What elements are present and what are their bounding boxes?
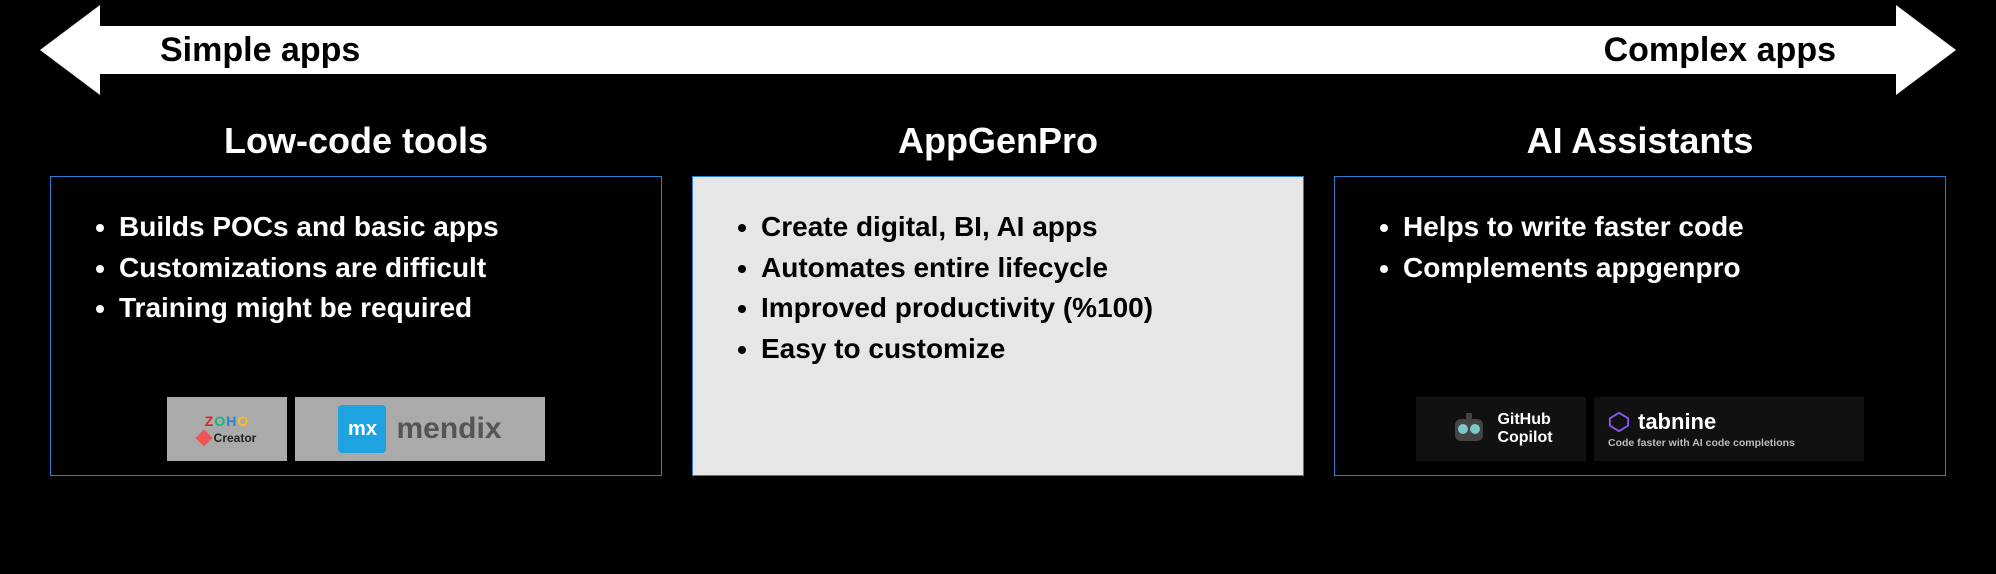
column-appgenpro-box: Create digital, BI, AI apps Automates en… (692, 176, 1304, 476)
mendix-logo: mx mendix (295, 397, 545, 461)
list-item: Training might be required (119, 288, 633, 329)
column-ai-assistants: AI Assistants Helps to write faster code… (1334, 120, 1946, 476)
tabnine-tagline: Code faster with AI code completions (1608, 437, 1795, 449)
list-item: Create digital, BI, AI apps (761, 207, 1275, 248)
column-appgenpro-title: AppGenPro (692, 120, 1304, 162)
ai-bullets: Helps to write faster code Complements a… (1363, 207, 1917, 288)
column-lowcode-box: Builds POCs and basic apps Customization… (50, 176, 662, 476)
list-item: Easy to customize (761, 329, 1275, 370)
copilot-label: Copilot (1497, 429, 1552, 447)
complexity-spectrum: Simple apps Complex apps (50, 10, 1946, 90)
github-copilot-wordmark: GitHub Copilot (1497, 411, 1552, 446)
copilot-icon (1449, 409, 1489, 449)
github-label: GitHub (1497, 411, 1552, 429)
column-ai-box: Helps to write faster code Complements a… (1334, 176, 1946, 476)
column-ai-title: AI Assistants (1334, 120, 1946, 162)
column-appgenpro: AppGenPro Create digital, BI, AI apps Au… (692, 120, 1304, 476)
github-copilot-logo: GitHub Copilot (1416, 397, 1586, 461)
mendix-mx-icon: mx (338, 405, 386, 453)
spectrum-bar: Simple apps Complex apps (100, 26, 1896, 74)
ai-logos: GitHub Copilot tabnine Code faster with … (1416, 397, 1864, 461)
list-item: Improved productivity (%100) (761, 288, 1275, 329)
hexagon-icon (1608, 411, 1630, 433)
list-item: Customizations are difficult (119, 248, 633, 289)
tabnine-wordmark: tabnine (1638, 409, 1716, 435)
zoho-wordmark: ZOHO (205, 413, 249, 429)
comparison-columns: Low-code tools Builds POCs and basic app… (50, 120, 1946, 476)
mendix-wordmark: mendix (396, 412, 501, 446)
column-lowcode: Low-code tools Builds POCs and basic app… (50, 120, 662, 476)
zoho-creator-text: Creator (214, 431, 257, 445)
list-item: Helps to write faster code (1403, 207, 1917, 248)
appgenpro-bullets: Create digital, BI, AI apps Automates en… (721, 207, 1275, 369)
zoho-creator-logo: ZOHO Creator (167, 397, 287, 461)
list-item: Builds POCs and basic apps (119, 207, 633, 248)
lowcode-logos: ZOHO Creator mx mendix (167, 397, 545, 461)
zoho-creator-label: Creator (198, 431, 257, 445)
arrow-right-icon (1896, 5, 1956, 95)
column-lowcode-title: Low-code tools (50, 120, 662, 162)
list-item: Complements appgenpro (1403, 248, 1917, 289)
tabnine-logo: tabnine Code faster with AI code complet… (1594, 397, 1864, 461)
list-item: Automates entire lifecycle (761, 248, 1275, 289)
diamond-icon (195, 430, 212, 447)
arrow-left-icon (40, 5, 100, 95)
spectrum-right-label: Complex apps (1604, 31, 1836, 70)
lowcode-bullets: Builds POCs and basic apps Customization… (79, 207, 633, 329)
spectrum-left-label: Simple apps (160, 31, 360, 70)
